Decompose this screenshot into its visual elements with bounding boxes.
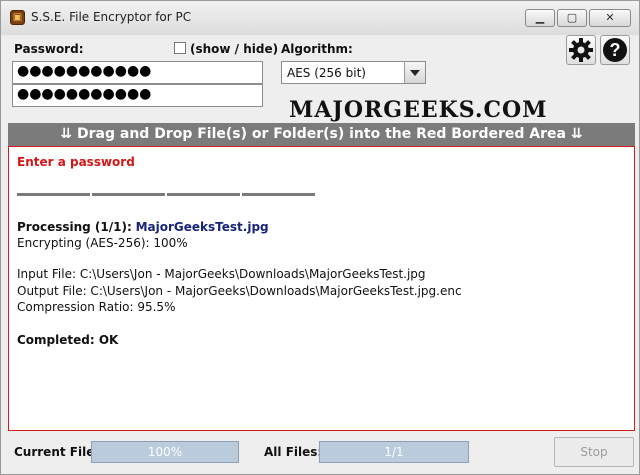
- processing-file: MajorGeeksTest.jpg: [135, 220, 269, 234]
- window-controls: ▁ ▢ ✕: [523, 9, 631, 27]
- completed-status: Completed: OK: [17, 333, 119, 347]
- maximize-button[interactable]: ▢: [557, 9, 587, 27]
- watermark: MAJORGEEKS.COM: [289, 97, 548, 123]
- gear-icon: [569, 38, 593, 62]
- help-button[interactable]: ?: [600, 35, 630, 65]
- all-files-progress: 1/1: [319, 441, 469, 463]
- processing-label: Processing (1/1):: [17, 220, 132, 234]
- title-bar[interactable]: ▣ S.S.E. File Encryptor for PC ▁ ▢ ✕: [1, 1, 639, 35]
- minimize-button[interactable]: ▁: [525, 9, 555, 27]
- help-icon: ?: [603, 38, 627, 62]
- password-input[interactable]: ●●●●●●●●●●●: [12, 61, 263, 84]
- all-files-label: All Files:: [264, 445, 323, 459]
- input-file-path: Input File: C:\Users\Jon - MajorGeeks\Do…: [17, 267, 426, 281]
- password-label: Password:: [14, 42, 84, 56]
- current-file-progress: 100%: [91, 441, 239, 463]
- app-logo-icon: ▣: [10, 10, 25, 25]
- password-strength-segment: [167, 193, 240, 196]
- window-title: S.S.E. File Encryptor for PC: [31, 10, 192, 24]
- password-confirm-input[interactable]: ●●●●●●●●●●●: [12, 84, 263, 107]
- algorithm-label: Algorithm:: [281, 42, 353, 56]
- algorithm-selected-value: AES (256 bit): [287, 66, 366, 80]
- drop-banner: ⇊ Drag and Drop File(s) or Folder(s) int…: [8, 123, 635, 146]
- settings-button[interactable]: [566, 35, 596, 65]
- chevron-down-icon[interactable]: [404, 62, 425, 83]
- app-window: ▣ S.S.E. File Encryptor for PC ▁ ▢ ✕ Pas…: [0, 0, 640, 475]
- svg-text:?: ?: [610, 40, 621, 60]
- close-button[interactable]: ✕: [589, 9, 631, 27]
- drop-area[interactable]: Enter a password Processing (1/1): Major…: [8, 146, 635, 431]
- show-hide-label: (show / hide): [190, 42, 279, 56]
- compression-ratio: Compression Ratio: 95.5%: [17, 300, 176, 314]
- algorithm-select[interactable]: AES (256 bit): [281, 61, 426, 84]
- processing-line: Processing (1/1): MajorGeeksTest.jpg: [17, 220, 269, 234]
- password-prompt: Enter a password: [17, 155, 135, 169]
- password-strength-segment: [242, 193, 315, 196]
- encrypting-status: Encrypting (AES-256): 100%: [17, 236, 188, 250]
- output-file-path: Output File: C:\Users\Jon - MajorGeeks\D…: [17, 284, 462, 298]
- password-strength-segment: [92, 193, 165, 196]
- stop-button[interactable]: Stop: [554, 437, 634, 467]
- password-strength-segment: [17, 193, 90, 196]
- show-hide-checkbox[interactable]: [174, 42, 186, 54]
- current-file-label: Current File:: [14, 445, 100, 459]
